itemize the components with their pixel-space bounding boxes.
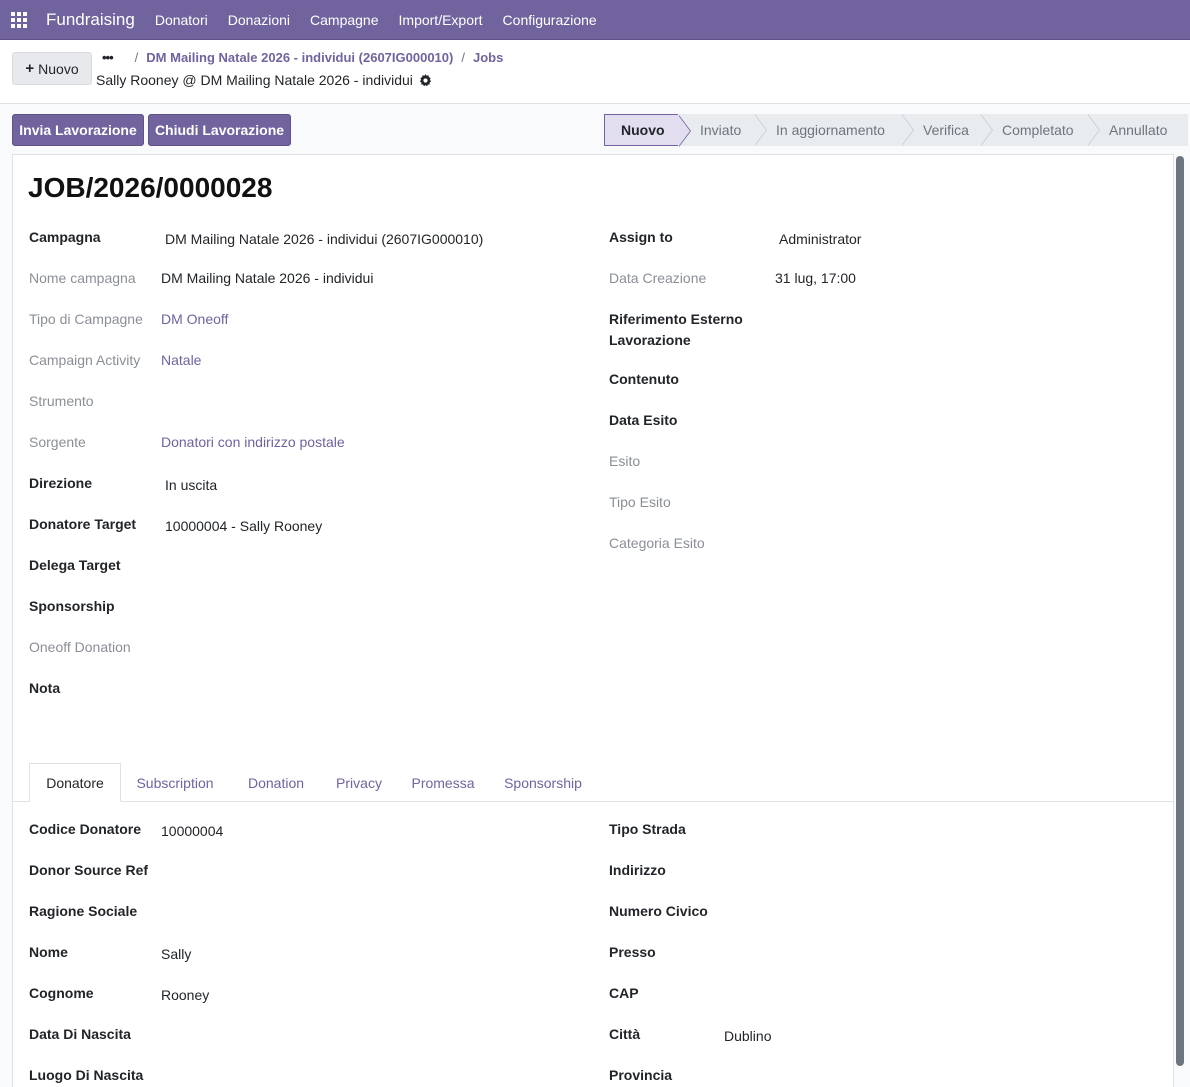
field-label-categoria-esito: Categoria Esito: [609, 535, 705, 551]
field-direzione[interactable]: In uscita: [165, 477, 217, 493]
tab-donation[interactable]: Donation: [232, 763, 320, 802]
breadcrumb-separator: /: [134, 50, 139, 65]
field-campaign-activity-link[interactable]: Natale: [161, 352, 201, 368]
field-data-creazione: 31 lug, 17:00: [775, 270, 856, 286]
new-button-label: Nuovo: [38, 60, 79, 77]
field-label-assign-to: Assign to: [609, 229, 673, 245]
stage-in-aggiornamento[interactable]: In aggiornamento: [754, 114, 914, 146]
field-label-campagna: Campagna: [29, 229, 101, 245]
send-job-button[interactable]: Invia Lavorazione: [12, 114, 144, 146]
field-label-numero-civico: Numero Civico: [609, 903, 708, 919]
scrollbar[interactable]: [1176, 156, 1184, 1066]
field-label-data-di-nascita: Data Di Nascita: [29, 1026, 131, 1042]
nav-import-export[interactable]: Import/Export: [389, 12, 493, 28]
field-label-riferimento-esterno: Riferimento Esterno: [609, 311, 743, 327]
field-label-data-creazione: Data Creazione: [609, 270, 707, 286]
apps-menu-icon[interactable]: [10, 11, 28, 29]
field-label-donor-source-ref: Donor Source Ref: [29, 862, 149, 878]
stage-annullato[interactable]: Annullato: [1087, 114, 1188, 146]
field-label-luogo-di-nascita: Luogo Di Nascita: [29, 1067, 144, 1083]
field-label-donatore-target: Donatore Target: [29, 516, 137, 532]
field-label-cap: CAP: [609, 985, 639, 1001]
field-label-ragione-sociale: Ragione Sociale: [29, 903, 138, 919]
breadcrumb-jobs-link[interactable]: Jobs: [473, 50, 503, 65]
nav-campagne[interactable]: Campagne: [300, 12, 389, 28]
field-label-nome-campagna: Nome campagna: [29, 270, 136, 286]
breadcrumb: ••• / DM Mailing Natale 2026 - individui…: [102, 50, 503, 65]
app-brand[interactable]: Fundraising: [46, 10, 135, 30]
field-label-cognome: Cognome: [29, 985, 94, 1001]
top-navbar: Fundraising Donatori Donazioni Campagne …: [0, 0, 1190, 40]
field-label-strumento: Strumento: [29, 393, 94, 409]
breadcrumb-more-icon[interactable]: •••: [102, 50, 114, 65]
tab-privacy[interactable]: Privacy: [325, 763, 393, 802]
field-label-contenuto: Contenuto: [609, 371, 679, 387]
tab-donatore[interactable]: Donatore: [29, 763, 121, 802]
nav-configurazione[interactable]: Configurazione: [493, 12, 607, 28]
job-title: JOB/2026/0000028: [28, 172, 273, 203]
field-label-delega-target: Delega Target: [29, 557, 121, 573]
field-label-direzione: Direzione: [29, 475, 93, 491]
field-label-provincia: Provincia: [609, 1067, 673, 1083]
tab-subscription[interactable]: Subscription: [124, 763, 226, 802]
field-label-sponsorship: Sponsorship: [29, 598, 115, 614]
breadcrumb-separator: /: [461, 50, 465, 65]
nav-donatori[interactable]: Donatori: [145, 12, 218, 28]
nav-donazioni[interactable]: Donazioni: [218, 12, 300, 28]
new-button[interactable]: + Nuovo: [12, 52, 92, 85]
close-job-button[interactable]: Chiudi Lavorazione: [148, 114, 291, 146]
field-label-codice-donatore: Codice Donatore: [29, 821, 142, 837]
field-codice-donatore[interactable]: 10000004: [161, 823, 223, 839]
field-tipo-campagne-link[interactable]: DM Oneoff: [161, 311, 228, 327]
field-label-sorgente: Sorgente: [29, 434, 86, 450]
record-title-text: Sally Rooney @ DM Mailing Natale 2026 - …: [96, 72, 413, 88]
field-label-presso: Presso: [609, 944, 656, 960]
field-label-campaign-activity: Campaign Activity: [29, 352, 141, 368]
field-campagna[interactable]: DM Mailing Natale 2026 - individui (2607…: [165, 231, 483, 247]
field-label-riferimento-esterno-line2: Lavorazione: [609, 332, 691, 348]
plus-icon: +: [25, 60, 35, 77]
control-panel: + Nuovo ••• / DM Mailing Natale 2026 - i…: [0, 40, 1190, 104]
field-nome[interactable]: Sally: [161, 946, 191, 962]
field-citta[interactable]: Dublino: [724, 1028, 771, 1044]
field-label-indirizzo: Indirizzo: [609, 862, 666, 878]
field-nome-campagna: DM Mailing Natale 2026 - individui: [161, 270, 374, 286]
field-label-esito: Esito: [609, 453, 641, 469]
stage-nuovo[interactable]: Nuovo: [604, 114, 691, 147]
field-cognome[interactable]: Rooney: [161, 987, 209, 1003]
field-label-nome: Nome: [29, 944, 68, 960]
stage-completato[interactable]: Completato: [980, 114, 1100, 146]
field-donatore-target[interactable]: 10000004 - Sally Rooney: [165, 518, 322, 534]
field-sorgente-link[interactable]: Donatori con indirizzo postale: [161, 434, 345, 450]
field-label-oneoff-donation: Oneoff Donation: [29, 639, 131, 655]
record-title: Sally Rooney @ DM Mailing Natale 2026 - …: [96, 72, 432, 88]
tab-sponsorship[interactable]: Sponsorship: [492, 763, 594, 802]
field-label-citta: Città: [609, 1026, 641, 1042]
tab-promessa[interactable]: Promessa: [400, 763, 486, 802]
field-label-nota: Nota: [29, 680, 61, 696]
field-label-tipo-esito: Tipo Esito: [609, 494, 671, 510]
field-label-tipo-campagne: Tipo di Campagne: [29, 311, 143, 327]
gear-icon[interactable]: [419, 73, 432, 87]
breadcrumb-campaign-link[interactable]: DM Mailing Natale 2026 - individui (2607…: [146, 50, 453, 65]
field-label-tipo-strada: Tipo Strada: [609, 821, 686, 837]
field-label-data-esito: Data Esito: [609, 412, 678, 428]
field-assign-to[interactable]: Administrator: [779, 231, 861, 247]
status-bar: Nuovo Inviato In aggiornamento Verifica …: [604, 114, 1188, 147]
